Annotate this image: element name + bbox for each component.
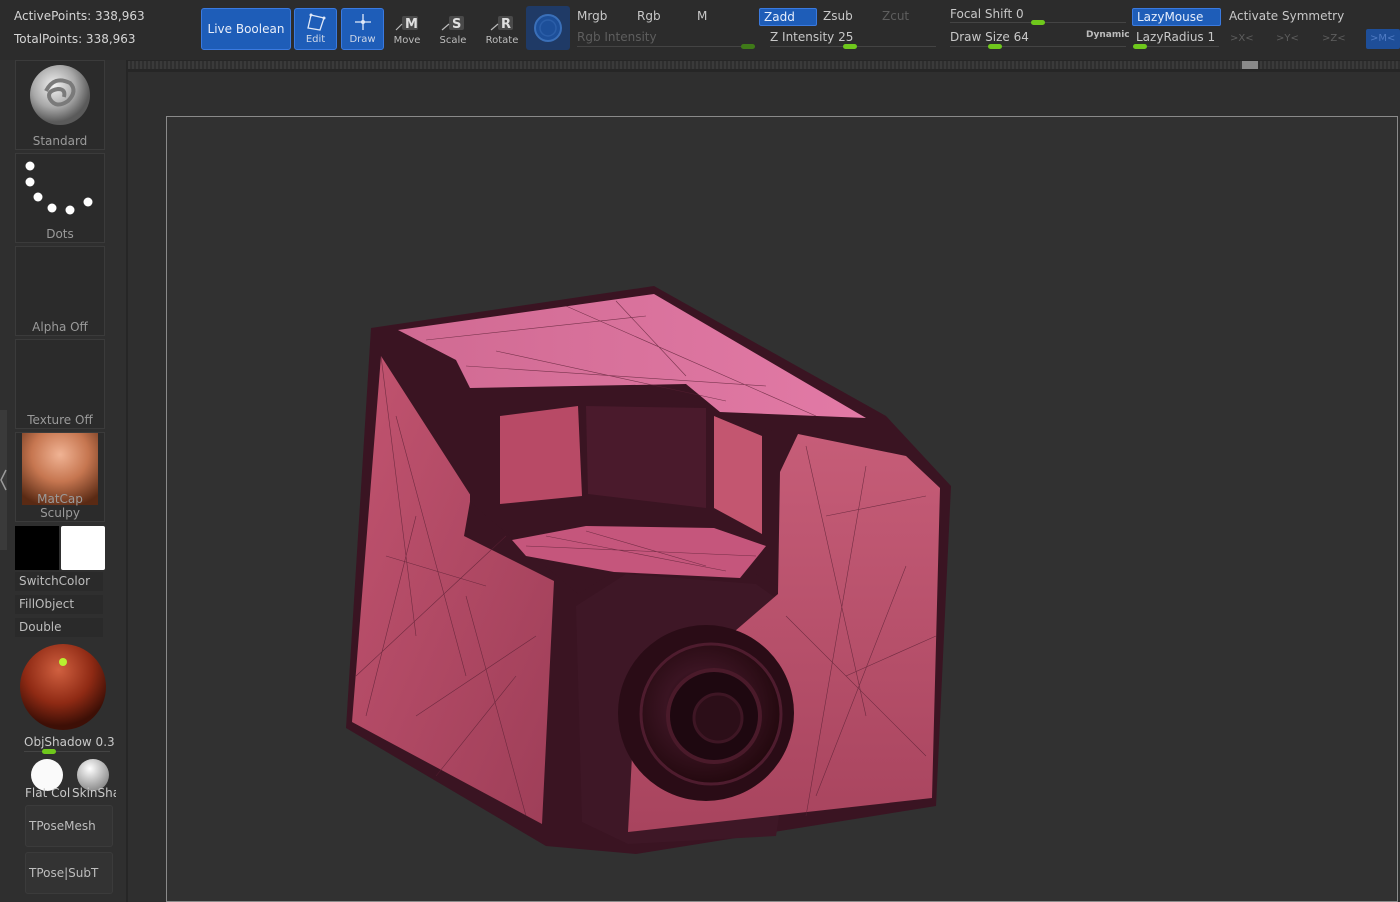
total-points-readout: TotalPoints: 338,963: [14, 32, 136, 46]
brush-selector[interactable]: Standard: [15, 60, 105, 150]
focal-shift-knob[interactable]: [1031, 20, 1045, 25]
draw-size-label: Draw Size 64: [950, 30, 1029, 44]
rgb-intensity-label: Rgb Intensity: [577, 30, 657, 44]
move-label: Move: [393, 35, 421, 46]
double-button[interactable]: Double: [15, 618, 103, 637]
alpha-label: Alpha Off: [32, 320, 88, 334]
edit-button[interactable]: Edit: [294, 8, 337, 50]
mesh-cavity-wall-mid: [586, 406, 706, 508]
draw-size-slider[interactable]: [950, 46, 1126, 47]
symmetry-m-label: >M<: [1370, 33, 1396, 44]
dots-stroke-icon: [25, 161, 93, 215]
edit-icon: [306, 13, 325, 31]
brush-label: Standard: [32, 134, 88, 148]
secondary-color-swatch[interactable]: [15, 526, 59, 570]
svg-text:S: S: [452, 17, 461, 32]
z-intensity-label: Z Intensity 25: [770, 30, 854, 44]
symmetry-z-toggle[interactable]: >Z<: [1322, 33, 1346, 44]
mesh-lens-core: [692, 692, 744, 744]
standard-brush-icon: [30, 65, 90, 125]
svg-text:M: M: [405, 17, 418, 32]
lazyradius-label: LazyRadius 1: [1136, 30, 1216, 44]
chevron-left-icon: [0, 469, 7, 491]
mesh-cavity-wall-left: [500, 406, 582, 504]
zcut-toggle[interactable]: Zcut: [882, 9, 909, 23]
rotate-label: Rotate: [485, 35, 519, 46]
tpose-subt-button[interactable]: TPose|SubT: [25, 852, 113, 894]
skin-shade-label: SkinSha: [72, 786, 116, 800]
top-toolbar: ActivePoints: 338,963 TotalPoints: 338,9…: [0, 0, 1400, 60]
activate-symmetry-toggle[interactable]: Activate Symmetry: [1229, 9, 1344, 23]
draw-icon: [354, 14, 371, 30]
lazymouse-toggle[interactable]: LazyMouse: [1132, 8, 1221, 26]
scale-s-icon: S: [441, 16, 464, 32]
draw-label: Draw: [349, 34, 376, 45]
edit-label: Edit: [305, 34, 326, 45]
rotate-button[interactable]: R Rotate: [483, 8, 521, 50]
zsub-toggle[interactable]: Zsub: [823, 9, 853, 23]
svg-text:R: R: [501, 17, 511, 32]
move-m-icon: M: [395, 16, 418, 32]
symmetry-x-toggle[interactable]: >X<: [1230, 33, 1254, 44]
main-color-swatch[interactable]: [61, 526, 105, 570]
material-selector[interactable]: MatCap Sculpy: [15, 432, 105, 522]
rotate-r-icon: R: [490, 16, 513, 32]
z-intensity-knob[interactable]: [843, 44, 857, 49]
flat-color-label: Flat Col: [25, 786, 71, 800]
rgb-toggle[interactable]: Rgb: [637, 9, 661, 23]
focal-shift-label: Focal Shift 0: [950, 7, 1024, 21]
shelf-collapse-handle[interactable]: [0, 410, 7, 550]
tpose-mesh-button[interactable]: TPoseMesh: [25, 805, 113, 847]
live-boolean-label: Live Boolean: [207, 22, 285, 36]
draw-size-knob[interactable]: [988, 44, 1002, 49]
symmetry-m-toggle[interactable]: >M<: [1366, 29, 1400, 49]
active-points-readout: ActivePoints: 338,963: [14, 9, 145, 23]
stroke-label: Dots: [46, 227, 74, 241]
gizmo-button[interactable]: [526, 6, 570, 50]
fill-object-button[interactable]: FillObject: [15, 595, 103, 614]
obj-shadow-slider[interactable]: [24, 751, 110, 752]
zadd-toggle[interactable]: Zadd: [759, 8, 817, 26]
dynamic-toggle[interactable]: Dynamic: [1086, 30, 1130, 40]
canvas-ruler[interactable]: [128, 61, 1400, 69]
light-sphere-icon[interactable]: [18, 642, 110, 732]
material-label: MatCap Sculpy: [37, 492, 83, 520]
draw-button[interactable]: Draw: [341, 8, 384, 50]
lazymouse-label: LazyMouse: [1137, 10, 1204, 24]
live-boolean-button[interactable]: Live Boolean: [201, 8, 291, 50]
ruler-handle[interactable]: [1242, 61, 1258, 69]
texture-label: Texture Off: [27, 413, 93, 427]
move-button[interactable]: M Move: [389, 8, 425, 50]
symmetry-y-toggle[interactable]: >Y<: [1276, 33, 1299, 44]
texture-selector[interactable]: Texture Off: [15, 339, 105, 429]
scale-label: Scale: [439, 35, 467, 46]
lazyradius-knob[interactable]: [1133, 44, 1147, 49]
rgb-intensity-knob[interactable]: [741, 44, 755, 49]
m-toggle[interactable]: M: [697, 9, 707, 23]
alpha-selector[interactable]: Alpha Off: [15, 246, 105, 336]
camera-mesh-model[interactable]: [166, 116, 1398, 902]
scale-button[interactable]: S Scale: [436, 8, 470, 50]
gizmo-icon: [534, 14, 562, 42]
rgb-intensity-slider[interactable]: [577, 46, 755, 47]
obj-shadow-knob[interactable]: [42, 749, 56, 754]
mrgb-toggle[interactable]: Mrgb: [577, 9, 607, 23]
zadd-label: Zadd: [764, 10, 795, 24]
switch-color-button[interactable]: SwitchColor: [15, 572, 103, 591]
obj-shadow-label: ObjShadow 0.3: [24, 735, 114, 749]
stroke-selector[interactable]: Dots: [15, 153, 105, 243]
